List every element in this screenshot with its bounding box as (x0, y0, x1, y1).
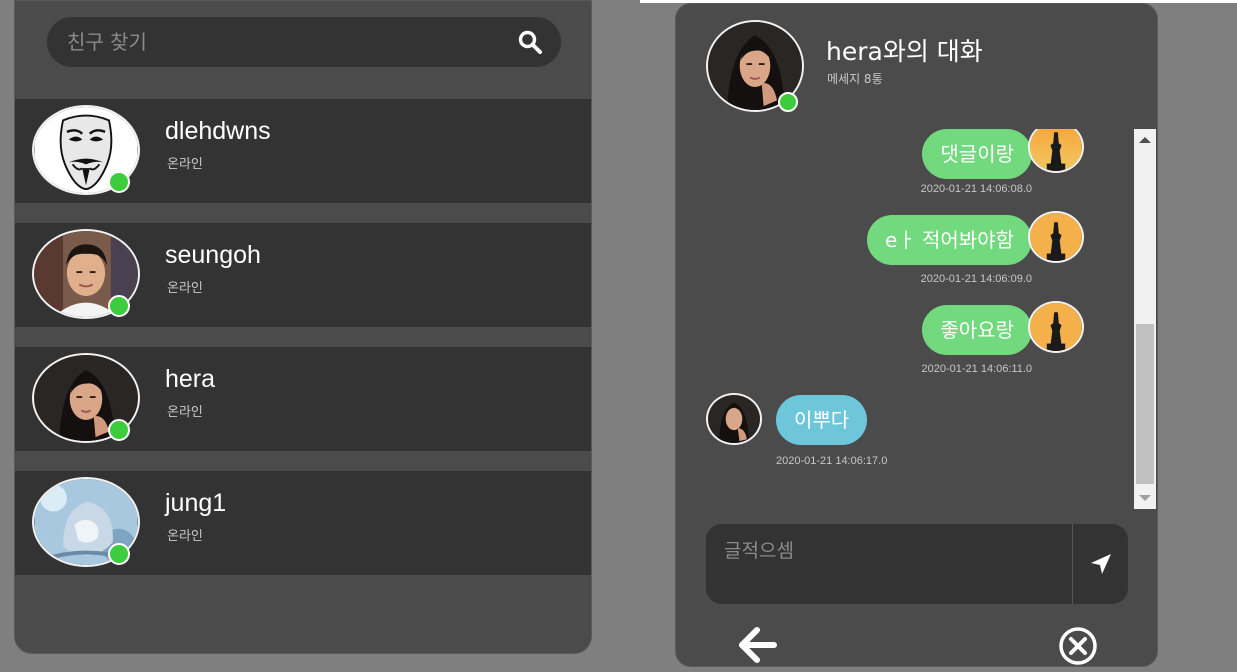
message-input[interactable] (706, 524, 1072, 604)
chat-header-avatar (706, 20, 806, 114)
back-arrow-icon[interactable] (738, 626, 778, 664)
search-input[interactable] (67, 25, 487, 59)
message-row: 댓글이랑 2020-01-21 14:06:08.0 (676, 129, 1136, 201)
sender-avatar (1028, 301, 1084, 353)
friend-status: 온라인 (167, 405, 203, 420)
message-row: 좋아요랑 2020-01-21 14:06:11.0 (676, 301, 1136, 381)
friend-status: 온라인 (167, 281, 203, 296)
send-icon (1090, 554, 1111, 574)
sender-avatar (1028, 129, 1084, 173)
sender-avatar (1028, 211, 1084, 263)
online-indicator (108, 543, 130, 565)
message-time: 2020-01-21 14:06:11.0 (921, 363, 1033, 375)
online-indicator (108, 171, 130, 193)
friend-name: seungoh (165, 241, 261, 269)
chat-title: hera와의 대화 (826, 37, 983, 66)
friend-row-jung1[interactable]: jung1 온라인 (15, 471, 591, 575)
message-bubble: 댓글이랑 (922, 129, 1032, 179)
search-icon[interactable] (517, 29, 543, 55)
scroll-down-arrow-icon[interactable] (1139, 495, 1151, 501)
message-list: 댓글이랑 2020-01-21 14:06:08.0 eㅏ 적어봐야함 2020… (676, 129, 1136, 509)
scrollbar[interactable] (1134, 129, 1156, 509)
scroll-thumb[interactable] (1136, 324, 1154, 484)
friend-name: jung1 (165, 489, 227, 517)
scroll-up-arrow-icon[interactable] (1139, 137, 1151, 143)
friend-row-dlehdwns[interactable]: dlehdwns 온라인 (15, 99, 591, 203)
message-row: eㅏ 적어봐야함 2020-01-21 14:06:09.0 (676, 211, 1136, 291)
close-circle-icon[interactable] (1058, 626, 1098, 666)
friend-row-seungoh[interactable]: seungoh 온라인 (15, 223, 591, 327)
message-bubble: eㅏ 적어봐야함 (866, 215, 1032, 265)
message-row: 이뿌다 2020-01-21 14:06:17.0 (676, 391, 1136, 471)
send-button[interactable] (1072, 524, 1128, 604)
statue-avatar-icon (1030, 129, 1082, 171)
search-bar (47, 17, 561, 67)
sender-avatar (706, 393, 762, 445)
statue-avatar-icon (1030, 213, 1082, 261)
online-indicator (108, 419, 130, 441)
statue-avatar-icon (1030, 303, 1082, 351)
online-indicator (108, 295, 130, 317)
message-bubble: 좋아요랑 (922, 305, 1032, 355)
friend-name: hera (165, 365, 216, 393)
message-time: 2020-01-21 14:06:09.0 (920, 273, 1032, 285)
chat-panel: hera와의 대화 메세지 8통 댓글이랑 2020-01-21 14:06:0… (675, 3, 1158, 667)
friend-list-panel: dlehdwns 온라인 seungoh 온라인 (14, 0, 592, 654)
friend-name: dlehdwns (165, 117, 271, 145)
message-time: 2020-01-21 14:06:17.0 (776, 455, 888, 467)
message-time: 2020-01-21 14:06:08.0 (920, 183, 1032, 195)
friend-status: 온라인 (167, 157, 203, 172)
message-bubble: 이뿌다 (776, 395, 868, 445)
message-composer (706, 524, 1128, 604)
person-photo-avatar-icon (708, 395, 760, 443)
online-indicator (778, 92, 798, 112)
message-count: 메세지 8통 (827, 72, 883, 86)
friend-status: 온라인 (167, 529, 203, 544)
friend-row-hera[interactable]: hera 온라인 (15, 347, 591, 451)
